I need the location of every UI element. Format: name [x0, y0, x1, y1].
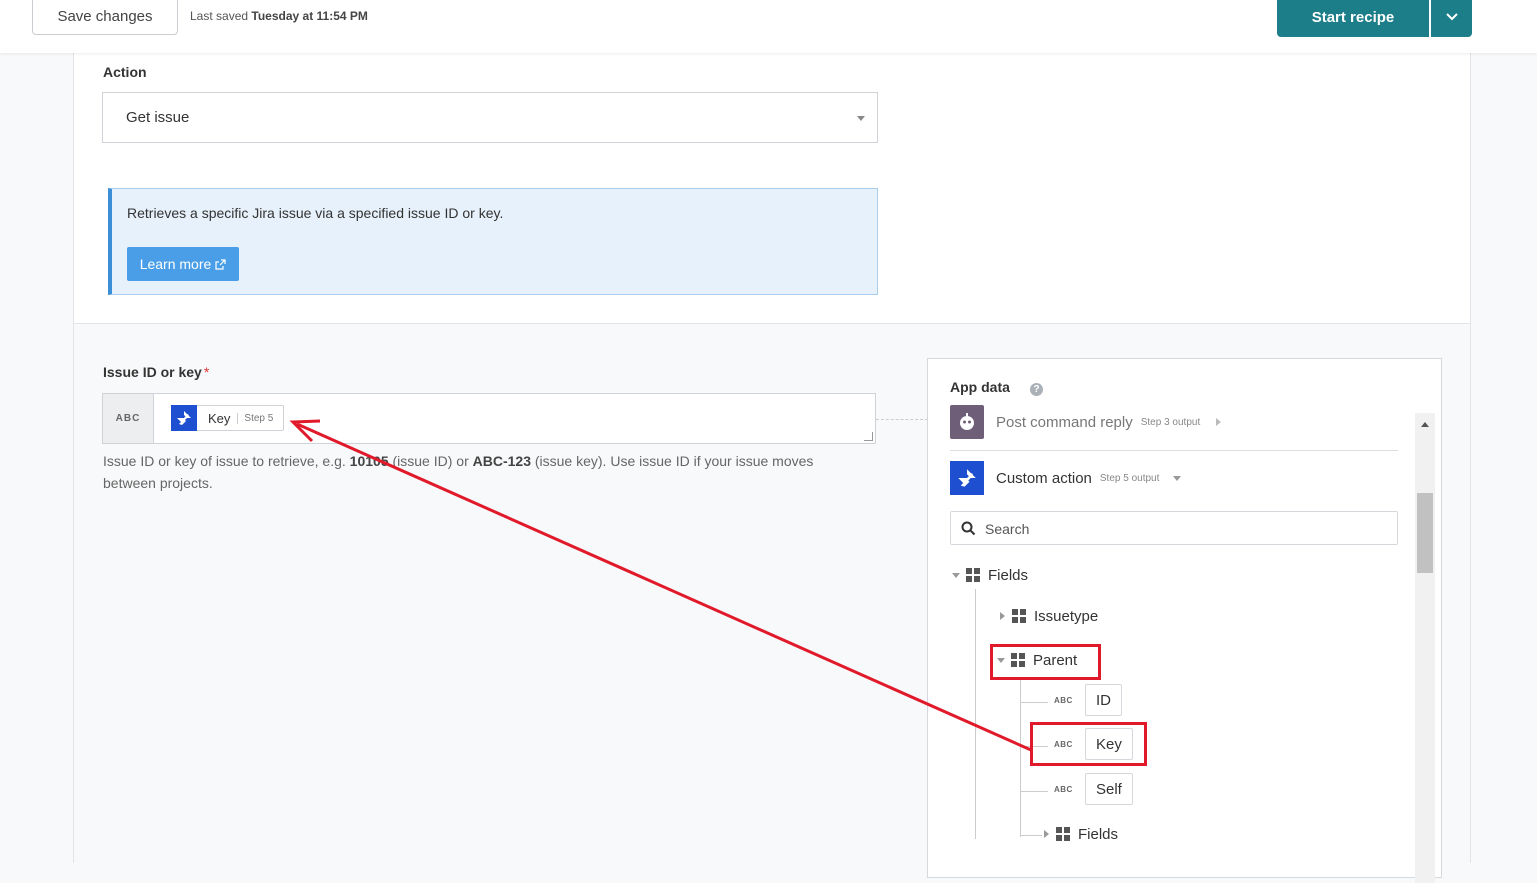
app-data-panel: App data ? Post command reply Step 3 out…: [927, 358, 1442, 883]
datapill-key[interactable]: Key: [1085, 728, 1133, 760]
help-example-id: 10105: [349, 453, 389, 469]
object-icon: [1011, 653, 1025, 667]
search-icon: [961, 521, 976, 536]
tree-node-label: Issuetype: [1034, 607, 1099, 625]
caret-down-icon: [857, 116, 865, 121]
scroll-thumb[interactable]: [1417, 493, 1433, 573]
expand-down-icon: [997, 657, 1005, 663]
search-input[interactable]: [983, 513, 1387, 545]
step-divider: [950, 450, 1398, 451]
tree-leaf-key: ABC Key: [1054, 728, 1133, 760]
tree-line: [1020, 677, 1021, 837]
tree-node-label: Parent: [1033, 651, 1078, 669]
datapill-key[interactable]: Key Step 5: [171, 405, 285, 431]
tree-leaf-self: ABC Self: [1054, 773, 1133, 805]
step-5-output-row[interactable]: Custom action Step 5 output: [950, 461, 1182, 495]
help-icon[interactable]: ?: [1030, 383, 1043, 396]
action-info-text: Retrieves a specific Jira issue via a sp…: [127, 205, 504, 221]
issue-id-input[interactable]: ABC Key Step 5: [102, 393, 876, 444]
issue-id-label-text: Issue ID or key: [103, 364, 202, 380]
string-type-badge: ABC: [1054, 739, 1073, 749]
caret-down-icon: [1173, 475, 1182, 481]
scroll-up-icon[interactable]: [1421, 422, 1429, 427]
save-changes-button[interactable]: Save changes: [32, 0, 178, 35]
learn-more-button[interactable]: Learn more: [127, 247, 239, 281]
datapill-self[interactable]: Self: [1085, 773, 1133, 805]
help-part-1: Issue ID or key of issue to retrieve, e.…: [103, 453, 350, 469]
tree-node-sub-fields[interactable]: Fields: [1044, 822, 1118, 846]
object-icon: [966, 568, 980, 582]
tree-node-issuetype[interactable]: Issuetype: [1000, 604, 1098, 628]
action-label: Action: [103, 64, 147, 80]
step-name: Custom action: [996, 469, 1092, 487]
bot-icon: [950, 405, 984, 439]
tree-line: [1020, 791, 1048, 792]
action-select[interactable]: Get issue: [102, 92, 878, 143]
app-data-title: App data: [950, 379, 1010, 395]
step-name: Post command reply: [996, 413, 1133, 431]
help-example-key: ABC-123: [472, 453, 531, 469]
tree-line: [1020, 746, 1048, 747]
string-type-badge: ABC: [1054, 695, 1073, 705]
datapill-step: Step 5: [237, 412, 273, 424]
last-saved-time: Tuesday at 11:54 PM: [251, 9, 368, 23]
string-type-badge: ABC: [103, 394, 154, 443]
app-data-scrollbar[interactable]: [1415, 413, 1435, 883]
last-saved-status: Last saved Tuesday at 11:54 PM: [190, 9, 368, 23]
resize-handle[interactable]: [864, 432, 873, 441]
step-sub: Step 5 output: [1099, 472, 1160, 484]
tree-node-parent[interactable]: Parent: [997, 648, 1077, 672]
tree-line: [975, 589, 976, 839]
chevron-down-icon: [1445, 13, 1458, 21]
caret-right-icon: [1216, 418, 1222, 426]
datapill-id[interactable]: ID: [1085, 684, 1122, 716]
tree-line: [1020, 835, 1042, 836]
issue-id-help-text: Issue ID or key of issue to retrieve, e.…: [103, 450, 863, 494]
last-saved-prefix: Last saved: [190, 9, 249, 23]
tree-node-fields[interactable]: Fields: [952, 563, 1028, 587]
string-type-badge: ABC: [1054, 784, 1073, 794]
top-bar: Save changes Last saved Tuesday at 11:54…: [0, 0, 1537, 53]
field-connector-line: [876, 419, 928, 420]
object-icon: [1012, 609, 1026, 623]
step-3-output-row[interactable]: Post command reply Step 3 output: [950, 405, 1222, 439]
tree-node-label: Fields: [1078, 825, 1119, 843]
expand-right-icon: [1044, 830, 1049, 838]
external-link-icon: [215, 258, 226, 270]
required-marker: *: [203, 364, 210, 380]
tree-leaf-id: ABC ID: [1054, 684, 1122, 716]
jira-icon: [950, 461, 984, 495]
tree-line: [1020, 702, 1048, 703]
jira-icon: [171, 405, 197, 431]
step-sub: Step 3 output: [1140, 416, 1201, 428]
expand-right-icon: [1000, 612, 1005, 620]
learn-more-label: Learn more: [139, 256, 212, 272]
action-select-value: Get issue: [126, 109, 190, 126]
help-part-2: (issue ID) or: [388, 453, 473, 469]
issue-id-label: Issue ID or key *: [103, 364, 209, 380]
datapill-label: Key: [208, 410, 231, 426]
expand-down-icon: [952, 572, 960, 578]
object-icon: [1056, 827, 1070, 841]
start-recipe-dropdown-button[interactable]: [1431, 0, 1472, 37]
action-info-box: Retrieves a specific Jira issue via a sp…: [108, 188, 878, 295]
app-data-search: [950, 511, 1398, 545]
tree-node-label: Fields: [988, 566, 1029, 584]
start-recipe-button[interactable]: Start recipe: [1277, 0, 1429, 37]
